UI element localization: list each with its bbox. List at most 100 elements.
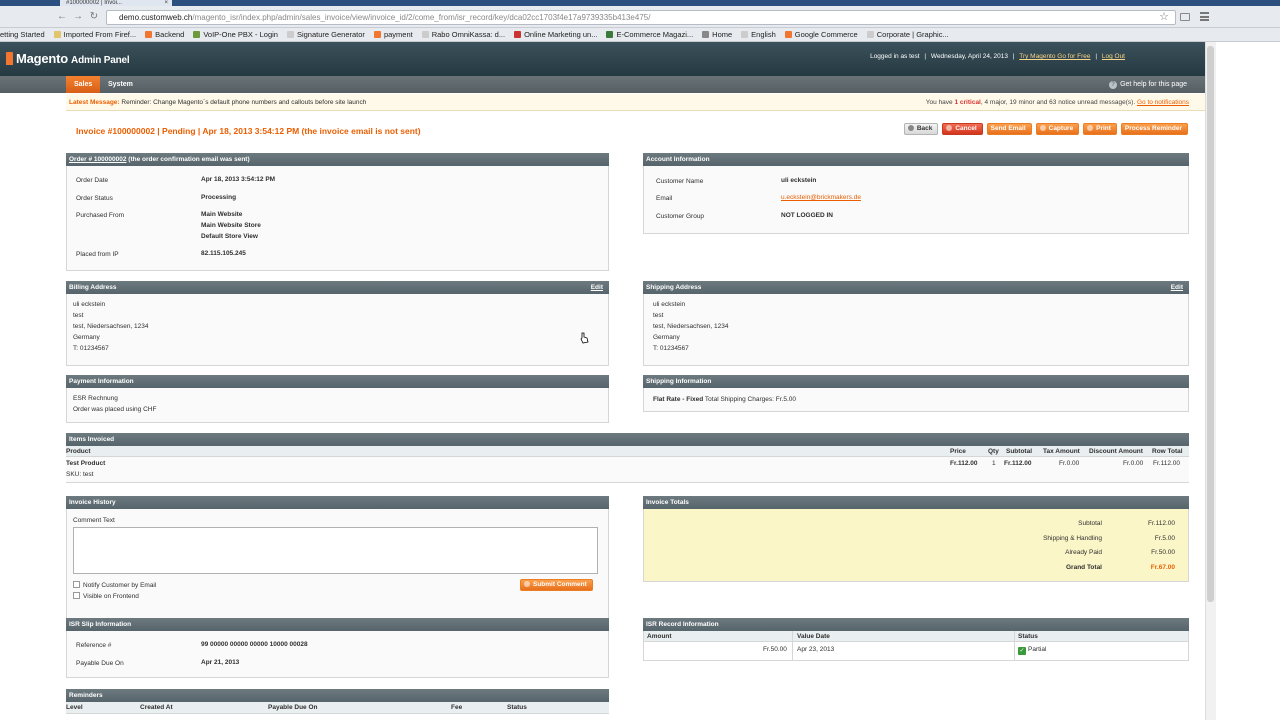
col-rowtotal: Row Total xyxy=(1152,448,1183,455)
bookmark-item[interactable]: Backend xyxy=(145,28,184,41)
col-price: Price xyxy=(950,448,966,455)
back-button[interactable]: Back xyxy=(903,123,939,135)
col-product: Product xyxy=(66,448,91,455)
bookmark-item[interactable]: E-Commerce Magazi... xyxy=(606,28,693,41)
print-button[interactable]: Print xyxy=(1083,123,1117,135)
capture-button[interactable]: Capture xyxy=(1035,123,1080,135)
rem-col-due: Payable Due On xyxy=(268,704,318,711)
bookmark-icon xyxy=(784,31,792,38)
nav-system[interactable]: System xyxy=(100,76,141,93)
bookmark-item[interactable]: Google Commerce xyxy=(784,28,858,41)
magento-logo[interactable]: Magento Admin Panel xyxy=(6,51,130,66)
notify-customer-checkbox[interactable]: Notify Customer by Email xyxy=(73,581,156,589)
bookmark-icon xyxy=(866,31,874,38)
nav-sales[interactable]: Sales xyxy=(66,76,101,93)
bookmark-item[interactable]: etting Started xyxy=(0,28,45,41)
reload-icon[interactable]: ↻ xyxy=(88,11,100,23)
item-qty: 1 xyxy=(992,460,996,467)
forward-arrow-icon[interactable]: → xyxy=(72,11,84,23)
shipping-handling-label: Shipping & Handling xyxy=(1043,535,1102,542)
menu-icon[interactable] xyxy=(1200,12,1209,21)
extension-icon[interactable] xyxy=(1180,13,1190,21)
bookmarks-bar: etting Started Imported From Firef... Back… xyxy=(0,28,1280,42)
order-date-label: Order Date xyxy=(76,177,109,184)
send-email-button[interactable]: Send Email xyxy=(986,123,1032,135)
comment-text-label: Comment Text xyxy=(73,517,115,524)
help-link[interactable]: ? Get help for this page xyxy=(1109,76,1187,93)
billing-address-text: uli eckstein test test, Niedersachsen, 123… xyxy=(73,301,149,352)
customer-email-link[interactable]: u.eckstein@brickmakers.de xyxy=(781,194,861,201)
isr-col-value-date: Value Date xyxy=(797,633,830,640)
bookmark-item[interactable]: Rabo OmniKassa: d... xyxy=(421,28,505,41)
bookmark-icon xyxy=(286,31,294,38)
isr-record-header: ISR Record Information xyxy=(643,618,1189,631)
bookmark-item[interactable]: Online Marketing un... xyxy=(514,28,597,41)
isr-col-amount: Amount xyxy=(647,633,672,640)
bookmark-item[interactable]: payment xyxy=(373,28,413,41)
cancel-button[interactable]: Cancel xyxy=(942,123,983,135)
visible-frontend-checkbox[interactable]: Visible on Frontend xyxy=(73,592,139,600)
shipping-edit-link[interactable]: Edit xyxy=(1171,281,1183,294)
header-user-info: Logged in as test | Wednesday, April 24,… xyxy=(870,53,1125,60)
bookmark-icon xyxy=(514,31,522,38)
grand-total-value: Fr.67.00 xyxy=(1150,564,1175,571)
order-status-value: Processing xyxy=(201,194,237,201)
col-subtotal: Subtotal xyxy=(1006,448,1032,455)
bookmark-item[interactable]: Corporate | Graphic... xyxy=(866,28,949,41)
right-margin xyxy=(1216,42,1280,720)
bookmark-icon xyxy=(193,31,201,38)
bookmark-icon xyxy=(421,31,429,38)
bookmark-icon xyxy=(53,31,61,38)
go-to-notifications-link[interactable]: Go to notifications xyxy=(1137,99,1189,106)
try-magento-link[interactable]: Try Magento Go for Free xyxy=(1019,53,1090,60)
payment-info-text: ESR Rechnung Order was placed using CHF xyxy=(73,395,157,413)
item-name: Test Product xyxy=(66,460,106,467)
reference-value: 99 00000 00000 00000 10000 00028 xyxy=(201,641,308,648)
comment-textarea[interactable] xyxy=(73,527,598,574)
back-arrow-icon[interactable]: ← xyxy=(56,11,68,23)
already-paid-value: Fr.50.00 xyxy=(1151,549,1175,556)
billing-address-header: Billing Address xyxy=(69,284,117,291)
bookmark-item[interactable]: Home xyxy=(702,28,732,41)
billing-edit-link[interactable]: Edit xyxy=(591,281,603,294)
browser-toolbar: ← → ↻ demo.customweb.ch/magento_isr/inde… xyxy=(0,6,1280,28)
header-date: Wednesday, April 24, 2013 xyxy=(930,53,1009,60)
bookmark-icon xyxy=(702,31,710,38)
bookmark-item[interactable]: Imported From Firef... xyxy=(53,28,136,41)
latest-message-text: Reminder: Change Magento`s default phone… xyxy=(121,99,367,106)
reminders-header: Reminders xyxy=(66,689,609,702)
bookmark-icon xyxy=(741,31,749,38)
col-discount: Discount Amount xyxy=(1089,448,1143,455)
back-icon xyxy=(907,125,914,131)
submit-comment-button[interactable]: Submit Comment xyxy=(520,579,593,591)
process-reminder-button[interactable]: Process Reminder xyxy=(1120,123,1188,135)
invoice-history-header: Invoice History xyxy=(66,496,609,509)
reminders-box: Reminders Level Created At Payable Due O… xyxy=(66,689,609,714)
isr-slip-box: ISR Slip Information Reference # 99 0000… xyxy=(66,618,609,678)
reference-label: Reference # xyxy=(76,642,112,649)
billing-address-box: Billing Address Edit uli eckstein test tes… xyxy=(66,281,609,366)
address-bar[interactable]: demo.customweb.ch/magento_isr/index.php/… xyxy=(106,10,1176,25)
page-title: Invoice #100000002 | Pending | Apr 18, 2… xyxy=(76,126,421,136)
bookmark-item[interactable]: VoIP-One PBX - Login xyxy=(193,28,278,41)
placed-ip-value: 82.115.105.245 xyxy=(201,250,246,257)
customer-group-label: Customer Group xyxy=(656,213,705,220)
col-qty: Qty xyxy=(988,448,999,455)
shipping-address-box: Shipping Address Edit uli eckstein test te… xyxy=(643,281,1189,366)
star-icon[interactable]: ☆ xyxy=(1158,11,1170,23)
capture-icon xyxy=(1039,125,1046,131)
bookmark-item[interactable]: Signature Generator xyxy=(286,28,365,41)
logout-link[interactable]: Log Out xyxy=(1102,53,1125,60)
url-path: /magento_isr/index.php/admin/sales_invoi… xyxy=(192,13,651,22)
bookmark-icon xyxy=(606,31,614,38)
subtotal-label: Subtotal xyxy=(1078,520,1102,527)
invoice-history-box: Invoice History Comment Text Notify Cust… xyxy=(66,496,609,619)
item-sku: SKU: test xyxy=(66,471,94,478)
subtotal-value: Fr.112.00 xyxy=(1148,520,1175,527)
scrollbar-thumb[interactable] xyxy=(1207,46,1214,602)
submit-icon xyxy=(524,581,530,587)
magento-logo-icon xyxy=(6,52,13,65)
bookmark-item[interactable]: English xyxy=(741,28,776,41)
order-number-link[interactable]: Order # 100000002 xyxy=(69,156,126,163)
rem-col-level: Level xyxy=(66,704,83,711)
